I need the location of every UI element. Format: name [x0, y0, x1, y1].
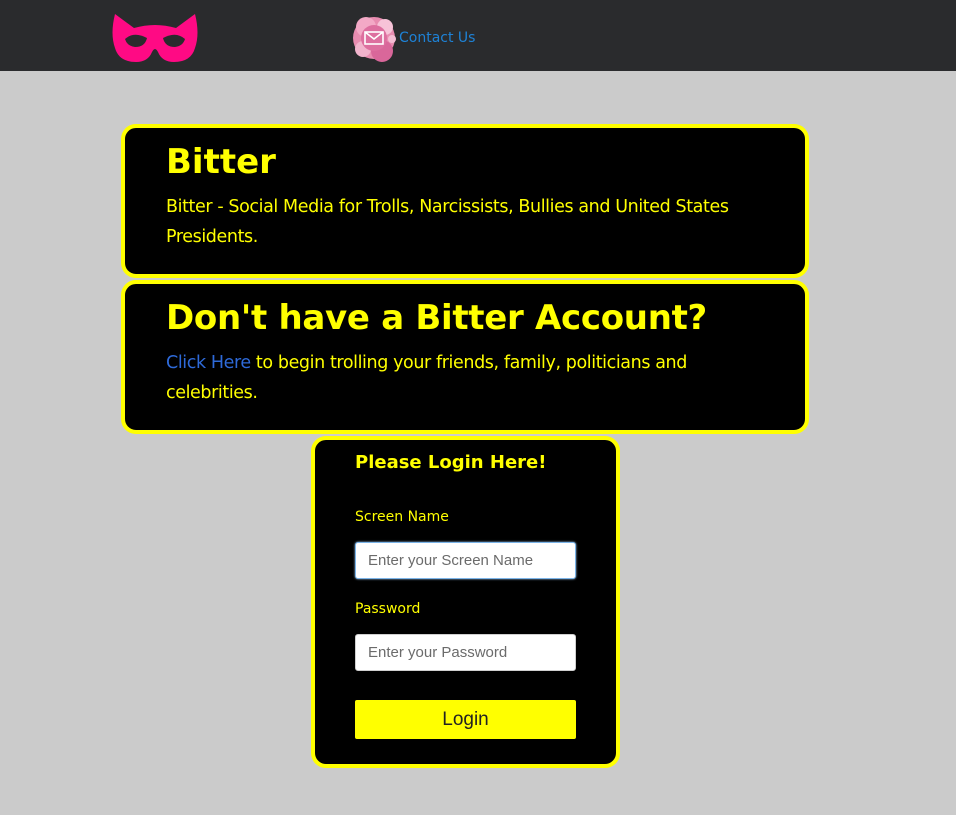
signup-link[interactable]: Click Here: [166, 353, 251, 373]
contact-us-link[interactable]: Contact Us: [352, 13, 475, 63]
envelope-icon: [353, 17, 396, 62]
signup-card: Don't have a Bitter Account? Click Here …: [121, 280, 809, 434]
signup-title: Don't have a Bitter Account?: [166, 298, 707, 338]
login-card: Please Login Here! Screen Name Password …: [311, 436, 620, 768]
signup-text: Click Here to begin trolling your friend…: [166, 348, 756, 408]
screen-name-input[interactable]: [355, 542, 576, 579]
site-tagline: Bitter - Social Media for Trolls, Narcis…: [166, 197, 729, 247]
cat-mask-icon[interactable]: [112, 12, 198, 64]
password-label: Password: [355, 601, 421, 617]
screen-name-label: Screen Name: [355, 509, 449, 525]
login-title: Please Login Here!: [355, 452, 547, 473]
login-button[interactable]: Login: [355, 700, 576, 739]
intro-card: Bitter Bitter - Social Media for Trolls,…: [121, 124, 809, 278]
navbar: Contact Us: [0, 0, 956, 71]
contact-us-label[interactable]: Contact Us: [399, 30, 475, 46]
site-title: Bitter: [166, 142, 276, 182]
password-input[interactable]: [355, 634, 576, 671]
